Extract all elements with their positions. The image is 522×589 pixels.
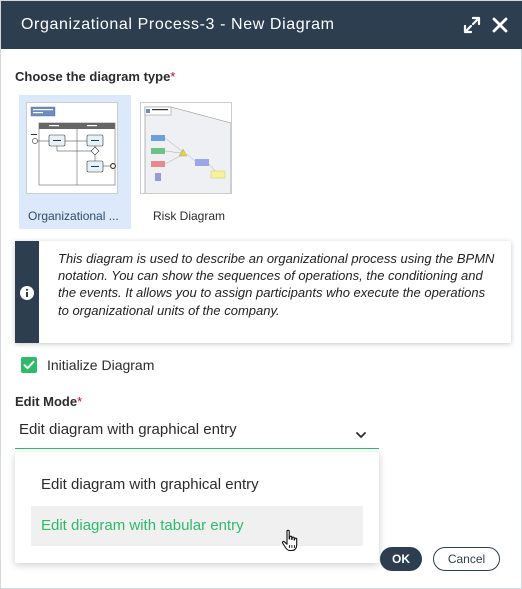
initialize-diagram-label: Initialize Diagram bbox=[47, 357, 155, 373]
edit-mode-select-value: Edit diagram with graphical entry bbox=[19, 421, 237, 438]
diagram-type-risk-label: Risk Diagram bbox=[152, 209, 225, 223]
edit-mode-option-graphical[interactable]: Edit diagram with graphical entry bbox=[31, 465, 363, 505]
info-strip bbox=[15, 241, 39, 343]
hand-cursor-icon bbox=[280, 529, 302, 553]
ok-button[interactable]: OK bbox=[380, 547, 422, 571]
dialog-title: Organizational Process-3 - New Diagram bbox=[21, 16, 335, 33]
edit-mode-label: Edit Mode* bbox=[15, 394, 82, 409]
diagram-type-organizational-label: Organizational ... bbox=[28, 209, 119, 223]
expand-icon[interactable] bbox=[462, 15, 482, 35]
diagram-type-label-text: Choose the diagram type bbox=[15, 69, 171, 84]
diagram-description-text: This diagram is used to describe an orga… bbox=[58, 251, 495, 318]
diagram-description-box: This diagram is used to describe an orga… bbox=[15, 241, 511, 343]
required-mark: * bbox=[170, 69, 176, 84]
risk-diagram-thumbnail bbox=[140, 102, 232, 194]
initialize-diagram-checkbox[interactable] bbox=[21, 357, 37, 373]
required-mark: * bbox=[77, 394, 83, 409]
organizational-diagram-thumbnail bbox=[26, 102, 118, 194]
new-diagram-dialog: Organizational Process-3 - New Diagram C… bbox=[0, 0, 522, 589]
diagram-type-organizational[interactable]: Organizational ... bbox=[19, 95, 131, 229]
diagram-type-label: Choose the diagram type* bbox=[15, 69, 175, 84]
dialog-titlebar: Organizational Process-3 - New Diagram bbox=[1, 1, 522, 49]
cancel-button[interactable]: Cancel bbox=[433, 547, 500, 571]
edit-mode-select[interactable]: Edit diagram with graphical entry bbox=[15, 415, 379, 449]
close-icon[interactable] bbox=[490, 15, 510, 35]
info-icon bbox=[19, 285, 35, 301]
edit-mode-option-tabular[interactable]: Edit diagram with tabular entry bbox=[31, 506, 363, 546]
edit-mode-label-text: Edit Mode bbox=[15, 394, 78, 409]
chevron-down-icon bbox=[355, 427, 367, 438]
diagram-type-risk[interactable]: Risk Diagram bbox=[133, 95, 245, 229]
edit-mode-dropdown: Edit diagram with graphical entry Edit d… bbox=[15, 452, 379, 563]
